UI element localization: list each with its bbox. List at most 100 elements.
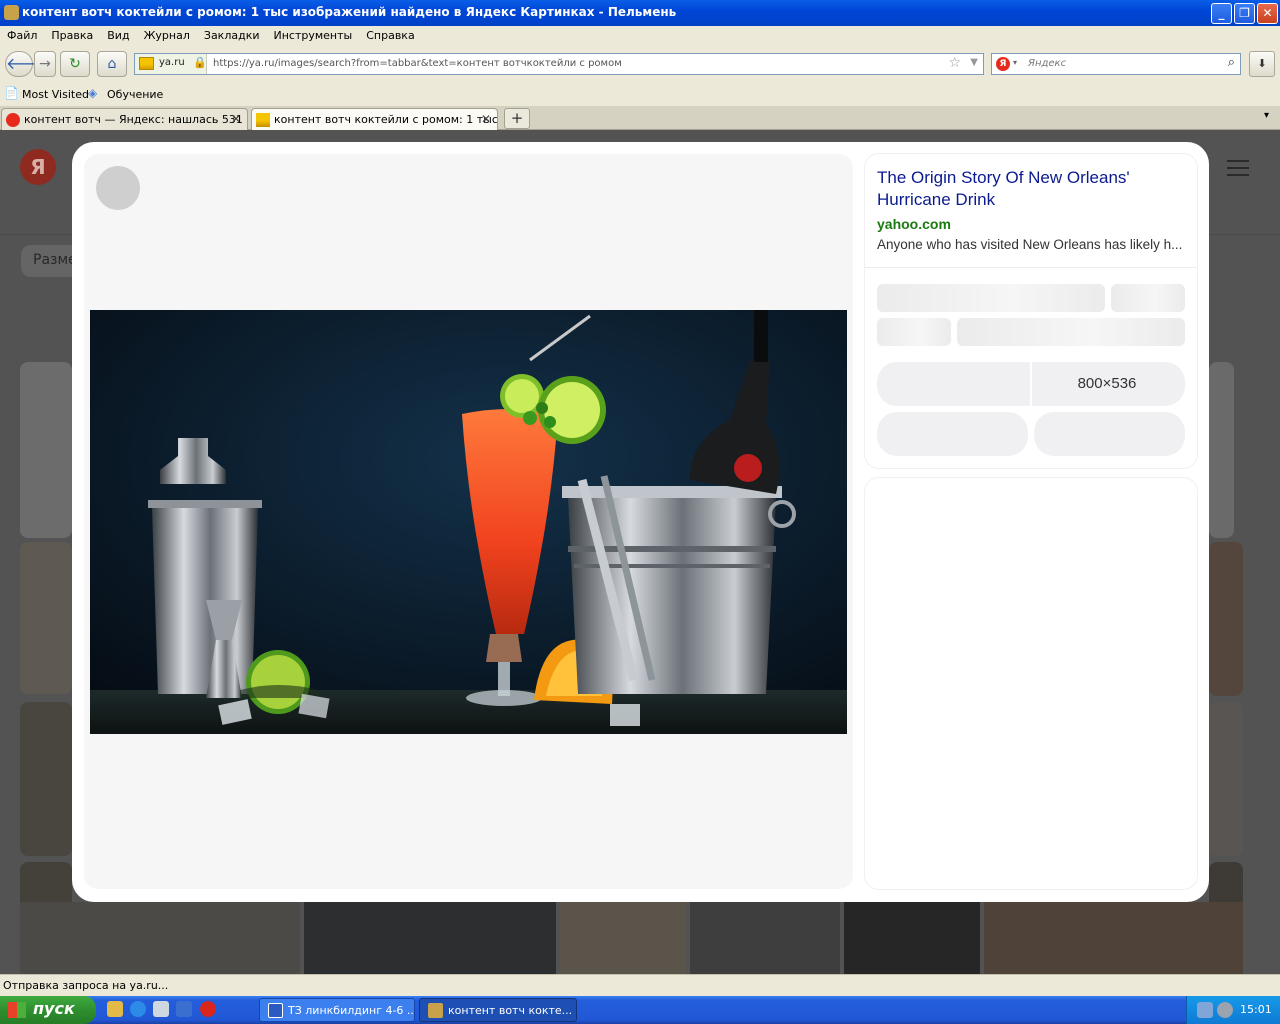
- forward-button[interactable]: →: [34, 51, 56, 77]
- clock[interactable]: 15:01: [1240, 1003, 1272, 1016]
- image-thumbnail[interactable]: [1209, 542, 1243, 696]
- search-placeholder: Яндекс: [1028, 58, 1067, 69]
- tab-close-icon[interactable]: ✕: [481, 112, 491, 126]
- volume-tray-icon[interactable]: [1217, 1002, 1233, 1018]
- close-button[interactable]: ✕: [1257, 3, 1278, 24]
- source-site-link[interactable]: yahoo.com: [877, 216, 951, 232]
- network-tray-icon[interactable]: [1197, 1002, 1213, 1018]
- tab-yandex-search[interactable]: контент вотч — Яндекс: нашлась 531 ... ✕: [1, 108, 248, 130]
- opera-quicklaunch-icon[interactable]: [200, 1001, 216, 1017]
- downloads-button[interactable]: ⬇: [1249, 51, 1275, 77]
- yandex-favicon: [6, 113, 20, 127]
- word-icon: [268, 1003, 283, 1018]
- navigation-toolbar: 🡐 → ↻ ⌂ ya.ru 🔒 https://ya.ru/images/sea…: [0, 46, 1280, 84]
- taskbar-button-word[interactable]: ТЗ линкбилдинг 4-6 ...: [259, 998, 415, 1022]
- new-tab-button[interactable]: +: [504, 108, 530, 129]
- yandex-engine-icon[interactable]: Я: [996, 57, 1010, 71]
- menu-view[interactable]: Вид: [100, 26, 136, 42]
- taskbar-button-browser[interactable]: контент вотч кокте...: [419, 998, 577, 1022]
- engine-dropdown-icon[interactable]: ▾: [1013, 58, 1017, 67]
- tab-label: контент вотч — Яндекс: нашлась 531 ...: [24, 113, 248, 126]
- menu-history[interactable]: Журнал: [137, 26, 197, 42]
- image-thumbnail[interactable]: [20, 542, 72, 694]
- site-identity[interactable]: ya.ru 🔒: [135, 54, 207, 74]
- tab-strip: контент вотч — Яндекс: нашлась 531 ... ✕…: [0, 106, 1280, 130]
- download-icon: ⬇: [1257, 57, 1267, 70]
- source-title-link[interactable]: The Origin Story Of New Orleans' Hurrica…: [877, 167, 1187, 211]
- menu-hamburger-icon[interactable]: [1227, 160, 1249, 176]
- image-thumbnail[interactable]: [20, 362, 72, 538]
- arrow-right-icon: →: [39, 56, 51, 72]
- tab-close-icon[interactable]: ✕: [231, 112, 241, 126]
- similar-images-panel: [865, 478, 1197, 889]
- start-button[interactable]: пуск: [0, 996, 96, 1024]
- tab-images-active[interactable]: контент вотч коктейли с ромом: 1 тыс... …: [251, 108, 498, 130]
- images-favicon: [256, 113, 270, 127]
- task-label: ТЗ линкбилдинг 4-6 ...: [288, 1004, 415, 1017]
- search-icon[interactable]: ⌕: [1228, 55, 1235, 70]
- status-text: Отправка запроса на ya.ru...: [3, 979, 169, 992]
- media-player-quicklaunch-icon[interactable]: [130, 1001, 146, 1017]
- cocktail-photo: [90, 310, 847, 734]
- bookmark-most-visited[interactable]: Most Visited: [22, 88, 89, 101]
- bookmarks-toolbar: 📄 Most Visited ◈ Обучение: [0, 84, 1280, 106]
- dropdown-arrow-icon[interactable]: ▼: [970, 57, 978, 68]
- action-button[interactable]: [1034, 412, 1185, 456]
- minimize-button[interactable]: _: [1211, 3, 1232, 24]
- image-thumbnail[interactable]: [20, 702, 72, 856]
- yandex-logo[interactable]: Я: [20, 149, 56, 185]
- tab-label: контент вотч коктейли с ромом: 1 тыс...: [274, 113, 498, 126]
- start-label: пуск: [33, 999, 75, 1018]
- plus-icon: +: [510, 109, 524, 127]
- url-text[interactable]: https://ya.ru/images/search?from=tabbar&…: [213, 58, 622, 69]
- site-favicon: [139, 57, 154, 70]
- image-thumbnail[interactable]: [560, 902, 686, 974]
- system-tray: 15:01: [1186, 996, 1280, 1024]
- windows-taskbar: пуск ТЗ линкбилдинг 4-6 ... контент вотч…: [0, 996, 1280, 1024]
- image-thumbnail[interactable]: [304, 902, 556, 974]
- menu-tools[interactable]: Инструменты: [267, 26, 360, 42]
- loading-placeholder: [877, 284, 1105, 312]
- address-bar[interactable]: ya.ru 🔒 https://ya.ru/images/search?from…: [134, 53, 984, 75]
- home-button[interactable]: ⌂: [97, 51, 127, 77]
- bookmark-folder-icon: ◈: [88, 86, 98, 100]
- status-bar: Отправка запроса на ya.ru...: [0, 974, 1280, 996]
- info-divider: [865, 267, 1197, 268]
- image-thumbnail[interactable]: [1209, 702, 1243, 856]
- window-switch-quicklaunch-icon[interactable]: [176, 1001, 192, 1017]
- window-title-bar[interactable]: контент вотч коктейли с ромом: 1 тыс изо…: [0, 0, 1280, 26]
- menu-edit[interactable]: Правка: [44, 26, 100, 42]
- source-avatar[interactable]: [96, 166, 140, 210]
- lock-icon: 🔒: [193, 56, 207, 69]
- source-description: Anyone who has visited New Orleans has l…: [877, 237, 1183, 252]
- reload-icon: ↻: [69, 56, 81, 72]
- reload-button[interactable]: ↻: [60, 51, 90, 77]
- menu-bar: Файл Правка Вид Журнал Закладки Инструменты Сп…: [0, 26, 1280, 46]
- preview-image[interactable]: [90, 310, 847, 734]
- window-title: контент вотч коктейли с ромом: 1 тыс изо…: [22, 5, 677, 19]
- image-thumbnail[interactable]: [1209, 362, 1234, 538]
- loading-placeholder: [957, 318, 1185, 346]
- menu-help[interactable]: Справка: [359, 26, 421, 42]
- home-icon: ⌂: [107, 56, 117, 72]
- bookmark-obuchenie[interactable]: Обучение: [107, 88, 163, 101]
- restore-button[interactable]: ❐: [1234, 3, 1255, 24]
- task-label: контент вотч кокте...: [448, 1004, 573, 1017]
- image-size-dropdown[interactable]: 800×536: [1032, 375, 1182, 392]
- explorer-quicklaunch-icon[interactable]: [107, 1001, 123, 1017]
- list-all-tabs-icon[interactable]: ▾: [1264, 110, 1269, 121]
- site-label: ya.ru: [159, 57, 185, 68]
- windows-logo-icon: [8, 1002, 26, 1018]
- star-icon[interactable]: ☆: [948, 55, 961, 71]
- image-thumbnail[interactable]: [984, 902, 1243, 974]
- image-thumbnail[interactable]: [690, 902, 840, 974]
- image-thumbnail[interactable]: [844, 902, 980, 974]
- show-desktop-quicklaunch-icon[interactable]: [153, 1001, 169, 1017]
- action-button[interactable]: [877, 412, 1028, 456]
- menu-bookmarks[interactable]: Закладки: [197, 26, 267, 42]
- image-thumbnail[interactable]: [20, 902, 300, 974]
- search-field[interactable]: Я ▾ Яндекс ⌕: [991, 53, 1241, 75]
- back-button[interactable]: 🡐: [5, 51, 49, 77]
- menu-file[interactable]: Файл: [0, 26, 44, 42]
- most-visited-icon: 📄: [4, 86, 19, 100]
